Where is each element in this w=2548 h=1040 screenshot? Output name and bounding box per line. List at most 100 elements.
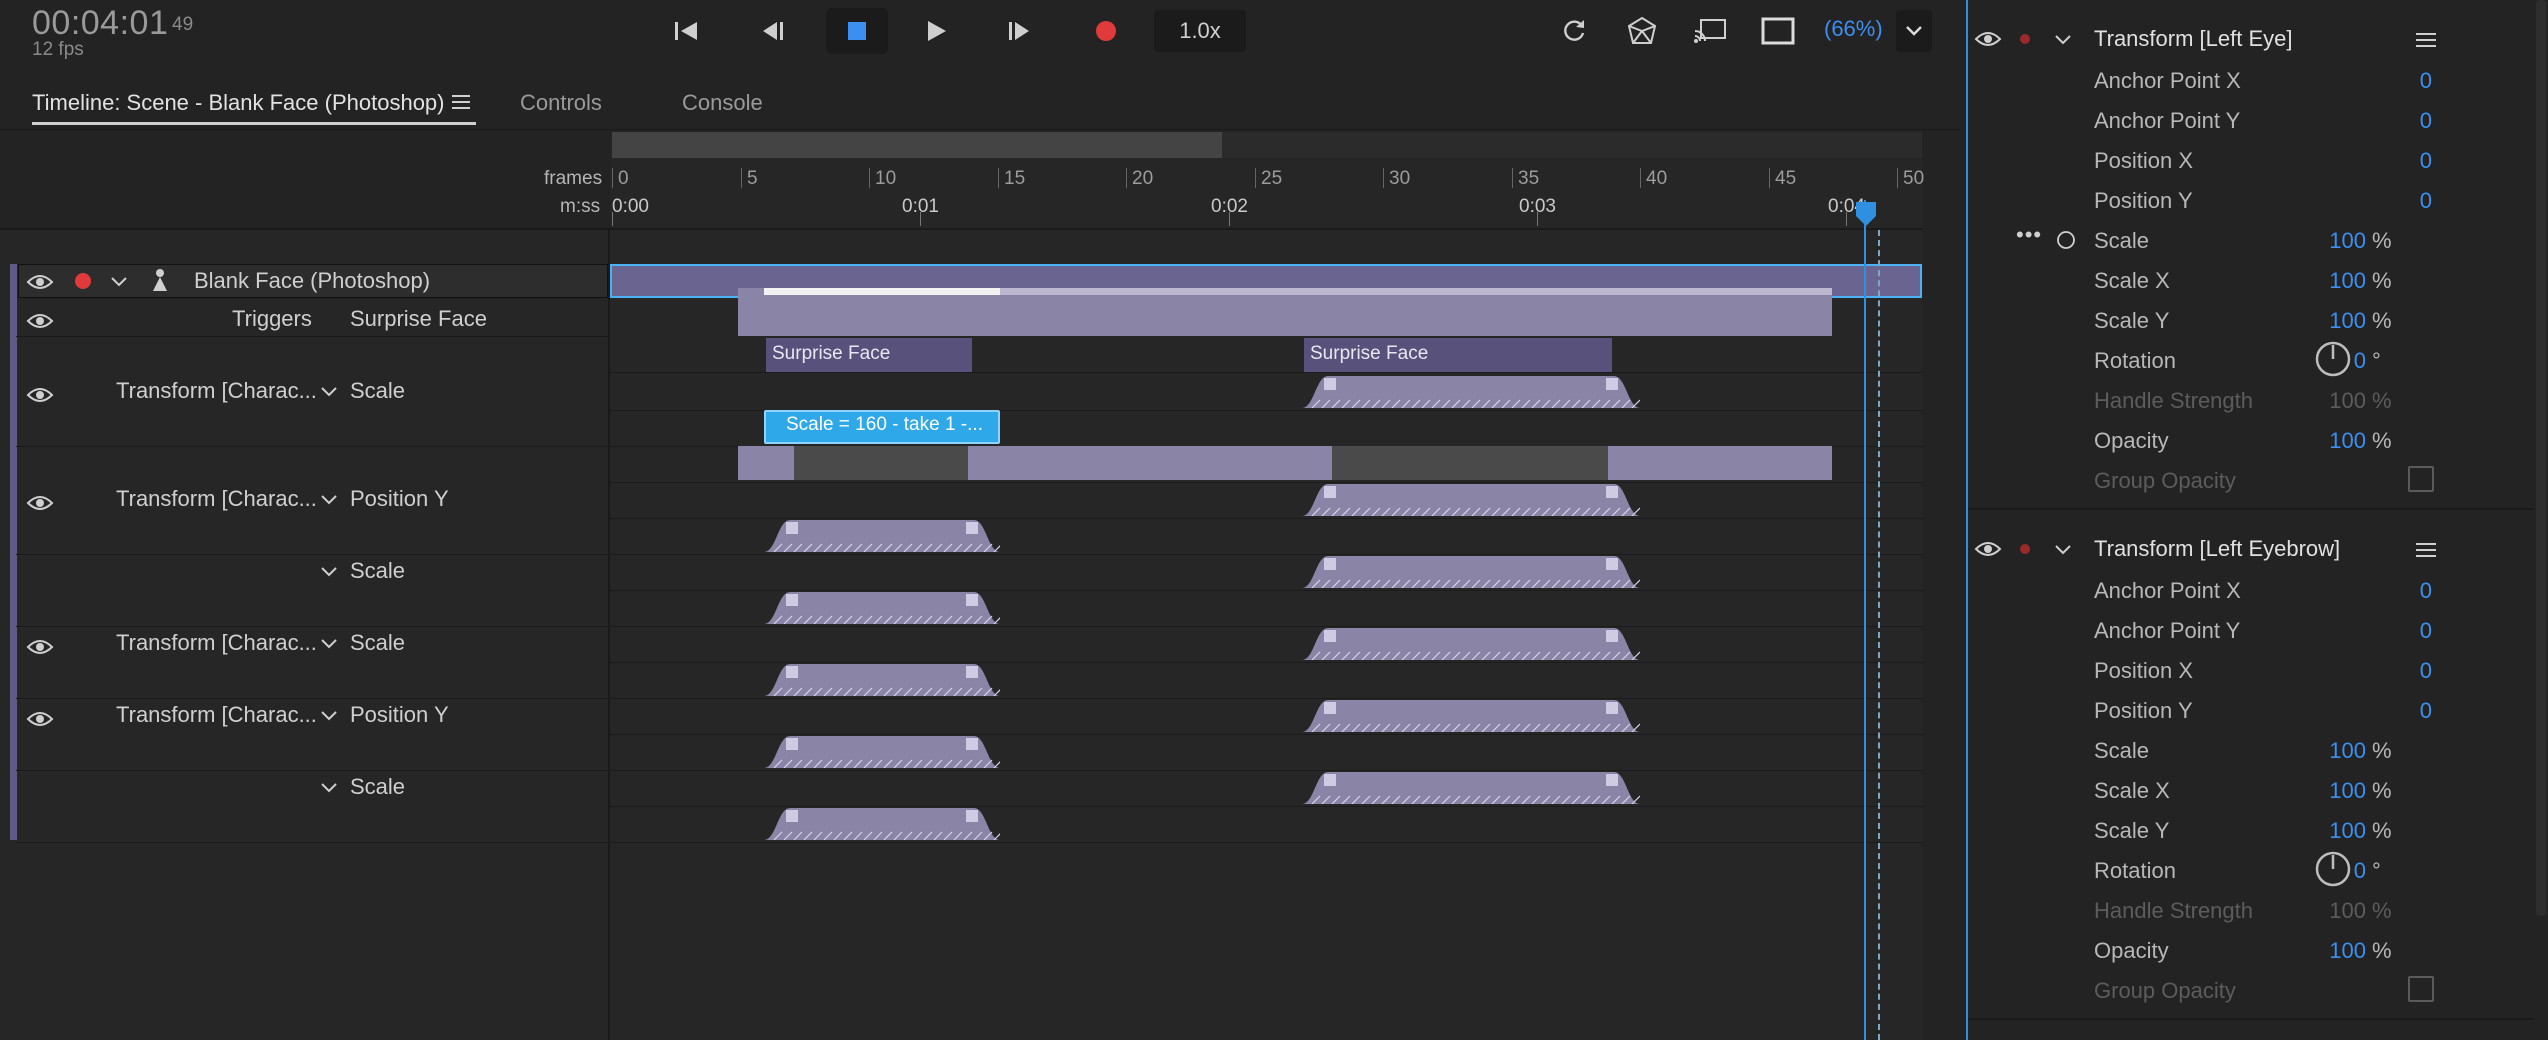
zoom-level[interactable]: (66%)	[1824, 16, 1883, 42]
zoom-dropdown-button[interactable]	[1896, 10, 1932, 52]
keyframe-ease-block[interactable]	[1302, 482, 1640, 516]
triggers-bar[interactable]	[738, 288, 1832, 336]
track-param: Position Y	[350, 702, 449, 727]
row-divider	[610, 770, 1922, 771]
chevron-down-icon[interactable]	[320, 638, 338, 650]
property-value[interactable]: 100	[2286, 738, 2366, 764]
tab-timeline[interactable]: Timeline: Scene - Blank Face (Photoshop)	[32, 90, 445, 116]
row-divider	[610, 554, 1922, 555]
cast-button[interactable]	[1682, 10, 1738, 52]
keyframe-ease-block[interactable]	[764, 734, 1000, 768]
keyframe-ease-block[interactable]	[1302, 698, 1640, 732]
step-forward-button[interactable]	[992, 10, 1048, 52]
frame-tick	[1383, 168, 1384, 188]
property-value[interactable]: 0	[2352, 658, 2432, 684]
keyframe-toggle-icon[interactable]	[2056, 230, 2076, 250]
record-arm-icon[interactable]	[74, 272, 92, 290]
tab-console[interactable]: Console	[682, 90, 763, 116]
step-back-icon	[763, 22, 783, 40]
track-param: Scale	[350, 558, 406, 583]
playback-speed[interactable]: 1.0x	[1154, 10, 1246, 52]
keyframe-ease-block[interactable]	[1302, 770, 1640, 804]
timecode: 00:04:01	[32, 4, 169, 42]
chevron-down-icon[interactable]	[2054, 544, 2072, 556]
property-value[interactable]: 100	[2286, 938, 2366, 964]
fit-view-button[interactable]	[1750, 10, 1806, 52]
property-value[interactable]: 0	[2352, 618, 2432, 644]
hamburger-icon[interactable]	[2416, 542, 2436, 558]
chevron-down-icon[interactable]	[320, 566, 338, 578]
playhead-end-marker	[1878, 230, 1880, 1040]
chevron-down-icon[interactable]	[320, 710, 338, 722]
property-value[interactable]: 0	[2286, 858, 2366, 884]
property-value[interactable]: 100	[2286, 308, 2366, 334]
property-value[interactable]: 100	[2286, 388, 2366, 414]
chevron-down-icon[interactable]	[320, 782, 338, 794]
eye-icon[interactable]	[26, 710, 54, 728]
trigger-block[interactable]: Surprise Face	[1304, 338, 1612, 372]
property-value[interactable]: 0	[2352, 108, 2432, 134]
panel-scrollbar[interactable]	[2536, 0, 2546, 916]
keyframe-ease-block[interactable]	[764, 590, 1000, 624]
chevron-down-icon[interactable]	[2054, 34, 2072, 46]
stop-button[interactable]	[826, 8, 888, 54]
property-value[interactable]: 0	[2352, 148, 2432, 174]
record-icon	[1096, 21, 1116, 41]
property-value[interactable]: 0	[2286, 348, 2366, 374]
transport-bar: 00:04:01 49 12 fps 1.0x (66%)	[0, 0, 1960, 70]
keyframe-ease-block[interactable]	[1302, 374, 1640, 408]
property-value[interactable]: 100	[2286, 818, 2366, 844]
eye-icon[interactable]	[26, 312, 54, 330]
eye-icon[interactable]	[1974, 30, 2002, 48]
timeline-scroll-thumb[interactable]	[612, 132, 1222, 158]
time-tick-label: 0:00	[612, 196, 649, 217]
property-value[interactable]: 0	[2352, 698, 2432, 724]
eye-icon[interactable]	[1974, 540, 2002, 558]
tab-menu-button[interactable]	[452, 90, 470, 116]
chevron-down-icon[interactable]	[320, 494, 338, 506]
playhead-line[interactable]	[1864, 200, 1866, 1040]
playhead-handle-icon[interactable]	[1854, 200, 1878, 228]
track-name: Transform [Charac...	[116, 702, 317, 727]
frame-tick	[998, 168, 999, 188]
property-label: Scale	[2094, 738, 2150, 763]
record-button[interactable]	[1078, 10, 1134, 52]
property-value[interactable]: 0	[2352, 578, 2432, 604]
frame-tick-label: 5	[747, 168, 758, 189]
property-value[interactable]: 0	[2352, 188, 2432, 214]
eye-icon[interactable]	[26, 494, 54, 512]
more-options-icon[interactable]: •••	[2016, 222, 2042, 248]
property-value[interactable]: 100	[2286, 778, 2366, 804]
eye-icon[interactable]	[26, 273, 54, 291]
hamburger-icon[interactable]	[2416, 32, 2436, 48]
square-frame-icon	[1761, 17, 1795, 45]
property-value[interactable]: 100	[2286, 428, 2366, 454]
cast-icon	[1694, 19, 1726, 43]
group-opacity-checkbox[interactable]	[2408, 466, 2434, 492]
keyframe-ease-block[interactable]	[764, 662, 1000, 696]
tab-controls[interactable]: Controls	[520, 90, 602, 116]
keyframe-ease-block[interactable]	[1302, 554, 1640, 588]
property-value[interactable]: 0	[2352, 68, 2432, 94]
play-button[interactable]	[908, 10, 964, 52]
active-tab-indicator	[32, 122, 476, 125]
eye-icon[interactable]	[26, 638, 54, 656]
loop-button[interactable]	[1546, 10, 1602, 52]
chevron-down-icon[interactable]	[110, 276, 128, 288]
property-value[interactable]: 100	[2286, 228, 2366, 254]
group-opacity-checkbox[interactable]	[2408, 976, 2434, 1002]
step-back-button[interactable]	[744, 10, 800, 52]
eye-icon[interactable]	[26, 386, 54, 404]
property-value[interactable]: 100	[2286, 898, 2366, 924]
chevron-down-icon[interactable]	[320, 386, 338, 398]
record-arm-icon[interactable]	[2018, 542, 2032, 556]
keyframe-ease-block[interactable]	[764, 518, 1000, 552]
go-to-start-button[interactable]	[658, 10, 714, 52]
property-label: Group Opacity	[2094, 978, 2236, 1003]
property-value[interactable]: 100	[2286, 268, 2366, 294]
keyframe-ease-block[interactable]	[764, 806, 1000, 840]
mesh-button[interactable]	[1614, 10, 1670, 52]
keyframe-ease-block[interactable]	[1302, 626, 1640, 660]
trigger-block[interactable]: Surprise Face	[766, 338, 972, 372]
record-arm-icon[interactable]	[2018, 32, 2032, 46]
